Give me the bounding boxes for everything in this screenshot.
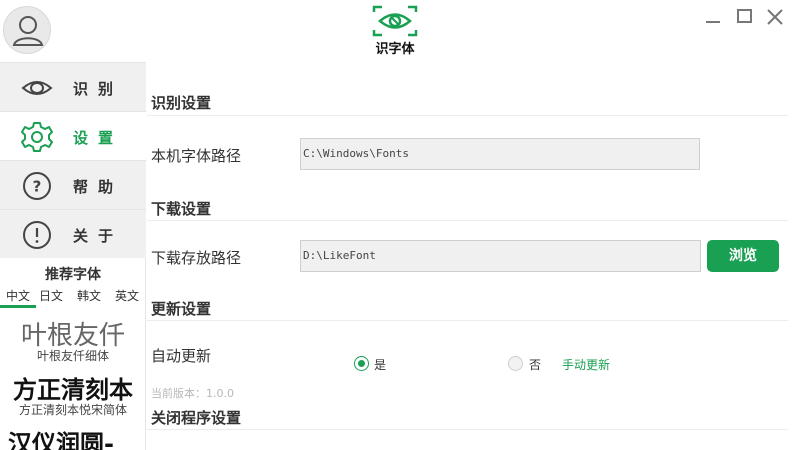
- maximize-button[interactable]: [734, 6, 756, 28]
- sidebar-item-label: 关于: [73, 227, 124, 245]
- gear-icon: [21, 122, 53, 152]
- user-icon: [12, 16, 44, 46]
- browse-button[interactable]: 浏览: [707, 240, 779, 272]
- font-sample[interactable]: 汉仪润圆-: [0, 424, 146, 450]
- settings-panel: 识别设置 本机字体路径 C:\Windows\Fonts 下载设置 下载存放路径…: [147, 62, 788, 450]
- auto-update-yes-radio[interactable]: [354, 356, 369, 371]
- manual-update-link[interactable]: 手动更新: [562, 356, 610, 373]
- recognition-settings-title: 识别设置: [151, 94, 212, 112]
- tab-korean[interactable]: 韩文: [71, 287, 107, 308]
- sidebar-item-label: 帮助: [73, 178, 124, 196]
- sidebar-item-settings[interactable]: 设置: [0, 111, 146, 160]
- divider: [147, 320, 788, 321]
- title-bar: 识字体: [0, 0, 800, 62]
- download-settings-title: 下载设置: [151, 200, 212, 218]
- update-settings-title: 更新设置: [151, 300, 212, 318]
- tab-chinese[interactable]: 中文: [0, 287, 36, 308]
- maximize-icon: [737, 9, 752, 23]
- download-path-label: 下载存放路径: [151, 249, 242, 267]
- close-icon: [767, 9, 783, 25]
- auto-update-yes-label[interactable]: 是: [374, 356, 386, 373]
- eye-logo-icon: [372, 5, 418, 37]
- sidebar-item-help[interactable]: ? 帮助: [0, 160, 146, 209]
- tab-japanese[interactable]: 日文: [33, 287, 69, 308]
- divider: [147, 220, 788, 221]
- app-name: 识字体: [375, 42, 415, 57]
- font-name[interactable]: 方正清刻本悦宋简体: [0, 401, 146, 418]
- svg-text:?: ?: [33, 178, 42, 196]
- divider: [147, 115, 788, 116]
- auto-update-no-label[interactable]: 否: [529, 356, 541, 373]
- app-logo: 识字体: [370, 4, 420, 58]
- auto-update-no-radio[interactable]: [508, 356, 523, 371]
- minimize-icon: [706, 21, 720, 23]
- auto-update-label: 自动更新: [151, 347, 212, 365]
- font-sample[interactable]: 方正清刻本: [0, 370, 146, 405]
- download-path-input[interactable]: D:\LikeFont: [300, 240, 701, 272]
- close-button[interactable]: [764, 6, 786, 28]
- avatar[interactable]: [3, 6, 51, 54]
- sidebar-item-label: 设置: [73, 129, 124, 147]
- sidebar-item-about[interactable]: 关于: [0, 209, 146, 258]
- close-settings-title: 关闭程序设置: [151, 409, 242, 427]
- sidebar: 识别 设置 ? 帮助 关于 推荐字体 中文 日文 韩文 英文 叶根友仟 叶根友仟…: [0, 62, 146, 450]
- font-path-label: 本机字体路径: [151, 147, 242, 165]
- font-name[interactable]: 叶根友仟细体: [0, 347, 146, 364]
- tab-english[interactable]: 英文: [109, 287, 145, 308]
- question-icon: ?: [23, 172, 51, 200]
- font-path-input[interactable]: C:\Windows\Fonts: [300, 138, 700, 170]
- recommended-fonts-title: 推荐字体: [45, 267, 101, 283]
- version-text: 当前版本：1.0.0: [151, 387, 234, 400]
- exclamation-icon: [23, 221, 51, 249]
- eye-icon: [21, 81, 53, 95]
- sidebar-item-recognize[interactable]: 识别: [0, 62, 146, 111]
- divider: [147, 429, 788, 430]
- minimize-button[interactable]: [702, 6, 724, 28]
- sidebar-item-label: 识别: [73, 80, 124, 98]
- language-tabs: 中文 日文 韩文 英文: [0, 287, 146, 309]
